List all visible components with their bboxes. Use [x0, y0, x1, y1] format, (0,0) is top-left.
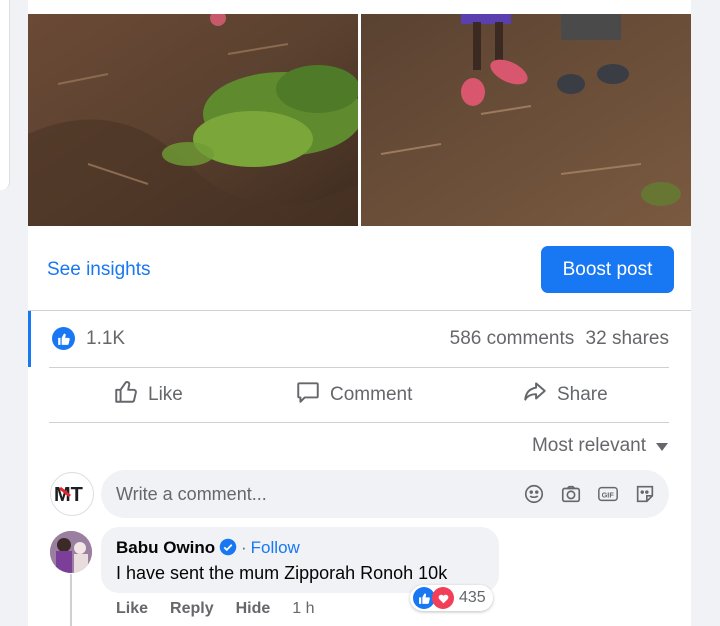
comment-hide-button[interactable]: Hide — [236, 600, 271, 618]
sticker-icon[interactable] — [633, 482, 657, 506]
love-icon — [432, 587, 454, 609]
comment-thread-line — [70, 574, 72, 626]
post-stats-row: 1.1K 586 comments 32 shares — [28, 311, 691, 367]
follow-link[interactable]: · Follow — [241, 538, 300, 558]
comment-input[interactable]: Write a comment... GIF — [101, 470, 669, 518]
comment-reaction-count: 435 — [459, 589, 486, 606]
caret-down-icon — [656, 435, 668, 457]
post-photo-right[interactable] — [361, 14, 691, 226]
camera-icon[interactable] — [559, 482, 583, 506]
like-badge-icon[interactable] — [52, 327, 75, 350]
svg-text:GIF: GIF — [602, 491, 615, 500]
comment-label: Comment — [330, 384, 413, 405]
reaction-count[interactable]: 1.1K — [86, 328, 125, 350]
comment-meta-row: Like Reply Hide 1 h — [116, 600, 315, 618]
share-button[interactable]: Share — [522, 368, 608, 422]
share-label: Share — [557, 384, 608, 405]
stats-accent-bar — [28, 311, 31, 367]
composer-icons: GIF — [522, 482, 657, 506]
comment-sort-dropdown[interactable]: Most relevant — [532, 435, 668, 457]
post-photos — [28, 14, 691, 226]
comment-reactions[interactable]: 435 — [410, 585, 493, 611]
post-action-bar: Like Comment Share — [49, 367, 669, 423]
post-photo-left[interactable] — [28, 14, 358, 226]
verified-icon — [219, 538, 237, 556]
like-button[interactable]: Like — [113, 368, 183, 422]
see-insights-link[interactable]: See insights — [47, 259, 151, 281]
shares-count-link[interactable]: 32 shares — [586, 328, 669, 349]
page-logo: MT — [54, 484, 83, 506]
page-avatar[interactable]: MT — [50, 472, 94, 516]
comment-bubble: Babu Owino · Follow I have sent the mum Z… — [101, 527, 499, 593]
comment-like-button[interactable]: Like — [116, 600, 148, 618]
comment-button[interactable]: Comment — [295, 368, 412, 422]
post-insights-row: See insights Boost post — [28, 228, 691, 311]
comment-share-counts: 586 comments 32 shares — [450, 328, 669, 350]
sort-label: Most relevant — [531, 435, 646, 456]
comment-author[interactable]: Babu Owino — [116, 538, 215, 558]
comment-reply-button[interactable]: Reply — [170, 600, 214, 618]
comments-count-link[interactable]: 586 comments — [450, 328, 575, 349]
emoji-icon[interactable] — [522, 482, 546, 506]
share-icon — [522, 379, 548, 411]
comment-text: I have sent the mum Zipporah Ronoh 10k — [116, 563, 448, 583]
gif-icon[interactable]: GIF — [596, 482, 620, 506]
comment-icon — [295, 379, 321, 411]
adjacent-panel-edge — [0, 0, 10, 190]
comment-input-placeholder: Write a comment... — [116, 484, 267, 504]
comment-timestamp: 1 h — [292, 600, 315, 617]
boost-post-button[interactable]: Boost post — [541, 246, 674, 293]
thumbs-up-icon — [113, 379, 139, 411]
like-label: Like — [148, 384, 183, 405]
commenter-avatar[interactable] — [50, 531, 92, 573]
